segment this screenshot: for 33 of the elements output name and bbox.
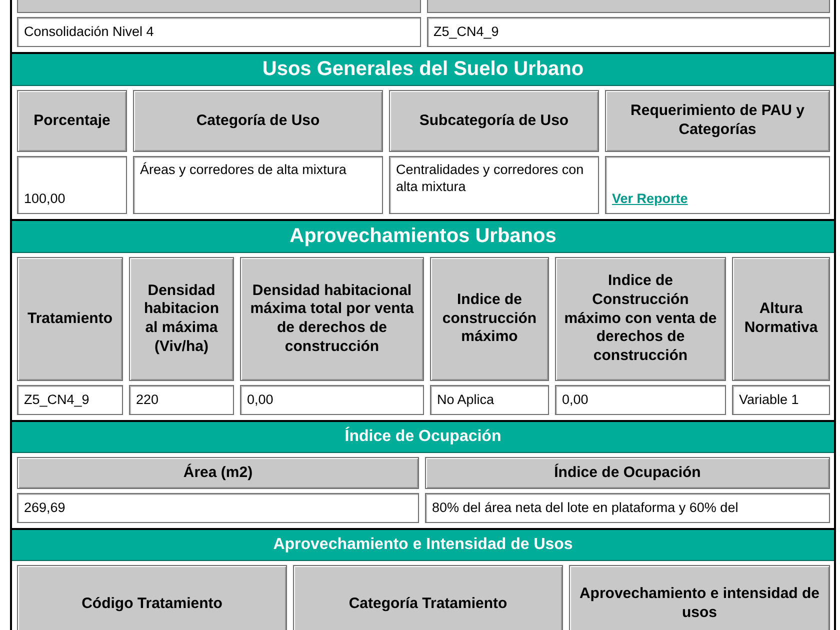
section-title: Aprovechamiento e Intensidad de Usos [12, 528, 834, 561]
column-header: Requerimiento de PAU y Categorías [605, 90, 830, 152]
column-header: Índice de Ocupación [425, 457, 830, 489]
column-header: Categoría de Uso [133, 90, 383, 152]
section-title: Usos Generales del Suelo Urbano [12, 52, 834, 86]
table-cell: 0,00 [240, 385, 424, 415]
column-header: Altura Normativa [732, 257, 830, 381]
table-cell: 220 [129, 385, 234, 415]
table-cell: 80% del área neta del lote en plataforma y 60% del [425, 493, 830, 523]
table-cell: Z5_CN4_9 [17, 385, 123, 415]
column-header: Área (m2) [17, 457, 419, 489]
table-cell: Consolidación Nivel 4 [17, 17, 420, 47]
table-cell: Z5_CN4_9 [426, 17, 830, 47]
report-link[interactable]: Ver Reporte [612, 191, 688, 208]
column-header: Código Tratamiento [17, 565, 287, 630]
column-header: Tratamiento [17, 257, 123, 381]
table-cell: 0,00 [555, 385, 726, 415]
column-header: Categoría Tratamiento [293, 565, 563, 630]
table-cell: Áreas y corredores de alta mixtura [133, 156, 383, 214]
table-cell: Variable 1 [732, 385, 830, 415]
column-header: Densidad habitacion al máxima (Viv/ha) [129, 257, 234, 381]
table-cell: 269,69 [17, 493, 419, 523]
column-header: Porcentaje [17, 90, 127, 152]
table-cell: 100,00 [17, 156, 127, 214]
table-cell: No Aplica [430, 385, 549, 415]
section-title: Índice de Ocupación [12, 420, 834, 453]
table-cell: Centralidades y corredores con alta mixtura [389, 156, 599, 214]
column-header: Subcategoría de Uso [389, 90, 599, 152]
column-header: Aprovechamiento e intensidad de usos [569, 565, 830, 630]
column-header: Indice de construcción máximo [430, 257, 549, 381]
section-title: Aprovechamientos Urbanos [12, 219, 834, 253]
column-header: Indice de Construcción máximo con venta de derechos de construcción [555, 257, 726, 381]
column-header: Densidad habitacional máxima total por venta de derechos de construcción [240, 257, 424, 381]
